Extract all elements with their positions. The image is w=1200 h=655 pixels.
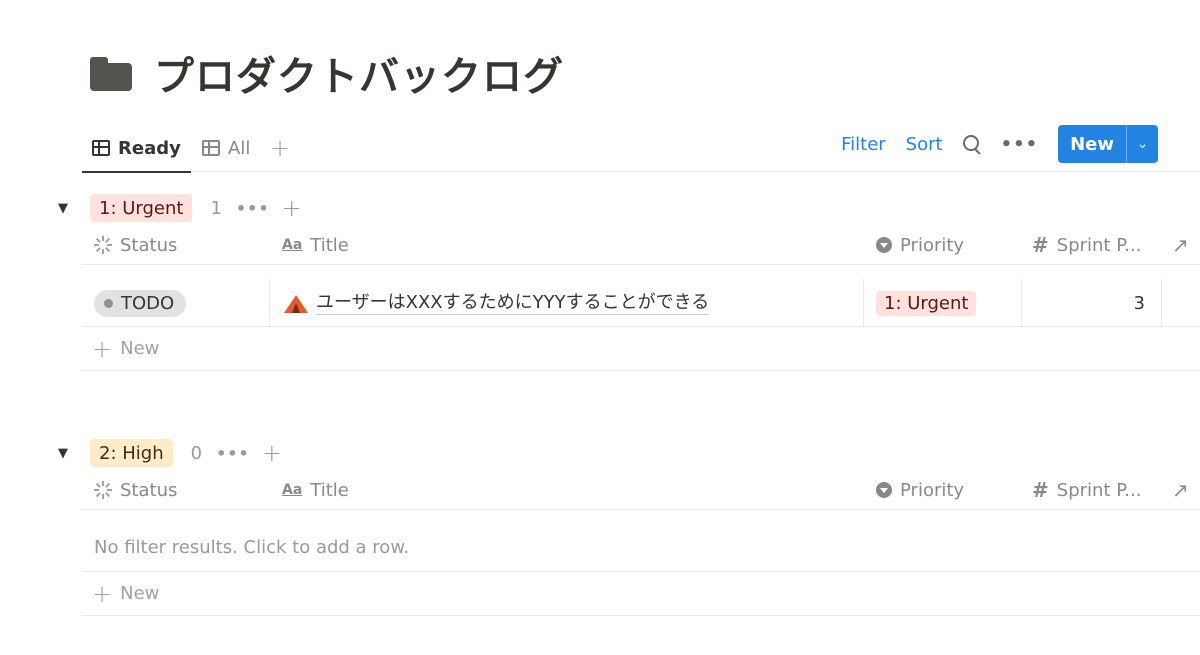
table-header: Status Aa Title Priority # Sprint P... ↗	[82, 470, 1200, 510]
column-label: Priority	[900, 234, 965, 256]
toolbar: Filter Sort ••• New ⌄	[841, 124, 1158, 164]
column-label: Status	[120, 479, 178, 501]
column-label: Sprint P...	[1056, 234, 1142, 256]
column-priority[interactable]: Priority	[876, 470, 964, 510]
add-row-button[interactable]: + New	[82, 572, 1200, 616]
select-type-icon	[876, 237, 892, 253]
folder-icon[interactable]	[90, 55, 134, 91]
new-button[interactable]: New ⌄	[1058, 125, 1158, 163]
plus-icon: +	[92, 334, 113, 363]
group-add-icon[interactable]: +	[282, 194, 302, 222]
column-label: Status	[120, 234, 178, 256]
column-label: Priority	[900, 479, 965, 501]
cell-priority[interactable]: 1: Urgent	[864, 279, 1022, 327]
priority-badge: 1: Urgent	[876, 290, 977, 316]
cell-sprint[interactable]: 3	[1022, 279, 1162, 327]
tab-all[interactable]: All	[192, 124, 260, 172]
tab-ready[interactable]: Ready	[82, 124, 191, 173]
group-add-icon[interactable]: +	[262, 439, 282, 467]
column-sprint[interactable]: # Sprint P...	[1032, 470, 1141, 510]
status-icon	[94, 481, 112, 499]
toggle-triangle-icon[interactable]: ▼	[58, 201, 72, 216]
open-arrow-icon[interactable]: ↗	[1172, 225, 1189, 265]
table-header: Status Aa Title Priority # Sprint P... ↗	[82, 225, 1200, 265]
status-dot-icon	[104, 298, 113, 308]
number-type-icon: #	[1032, 233, 1049, 257]
select-type-icon	[876, 482, 892, 498]
column-status[interactable]: Status	[94, 225, 177, 265]
group-badge: 2: High	[90, 439, 173, 467]
cell-title[interactable]: ユーザーはXXXするためにYYYすることができる	[270, 279, 864, 327]
column-title[interactable]: Aa Title	[282, 470, 349, 510]
open-arrow-icon[interactable]: ↗	[1172, 470, 1189, 510]
toggle-triangle-icon[interactable]: ▼	[58, 446, 72, 461]
group-more-icon[interactable]: •••	[216, 444, 250, 463]
add-view-button[interactable]: +	[270, 124, 290, 172]
chevron-down-icon[interactable]: ⌄	[1126, 125, 1158, 163]
group-header: ▼ 2: High 0 ••• +	[58, 438, 282, 468]
page-title[interactable]: プロダクトバックログ	[154, 44, 564, 102]
tent-icon	[284, 293, 308, 313]
column-label: Title	[310, 234, 349, 256]
page-header: プロダクトバックログ	[90, 44, 564, 102]
more-options-icon[interactable]: •••	[1001, 134, 1039, 155]
column-priority[interactable]: Priority	[876, 225, 964, 265]
tab-label: All	[228, 137, 251, 159]
sort-button[interactable]: Sort	[906, 134, 943, 155]
text-type-icon: Aa	[282, 482, 303, 498]
arrow-icon: ↗	[1172, 478, 1189, 502]
sprint-value: 3	[1133, 292, 1145, 314]
table-icon	[202, 140, 220, 156]
column-label: Sprint P...	[1056, 479, 1142, 501]
cell-status[interactable]: TODO	[82, 279, 270, 327]
add-row-label: New	[120, 338, 160, 359]
column-status[interactable]: Status	[94, 470, 177, 510]
group-badge: 1: Urgent	[90, 194, 193, 222]
table-row[interactable]: TODO ユーザーはXXXするためにYYYすることができる 1: Urgent …	[82, 279, 1200, 327]
tab-label: Ready	[118, 137, 181, 159]
group-count: 1	[210, 197, 222, 219]
arrow-icon: ↗	[1172, 233, 1189, 257]
column-title[interactable]: Aa Title	[282, 225, 349, 265]
view-bar: Ready All + Filter Sort ••• New ⌄	[82, 124, 1200, 173]
column-sprint[interactable]: # Sprint P...	[1032, 225, 1141, 265]
status-badge: TODO	[94, 289, 187, 317]
number-type-icon: #	[1032, 478, 1049, 502]
group-count: 0	[190, 442, 203, 464]
add-row-label: New	[120, 583, 160, 604]
row-title[interactable]: ユーザーはXXXするためにYYYすることができる	[316, 291, 710, 316]
plus-icon: +	[92, 579, 113, 608]
status-label: TODO	[121, 292, 175, 314]
add-row-button[interactable]: + New	[82, 327, 1200, 371]
group-more-icon[interactable]: •••	[236, 199, 270, 218]
filter-button[interactable]: Filter	[841, 134, 886, 155]
text-type-icon: Aa	[282, 237, 303, 253]
new-button-label[interactable]: New	[1058, 125, 1126, 163]
empty-results-row[interactable]: No filter results. Click to add a row.	[82, 524, 1200, 572]
column-label: Title	[310, 479, 349, 501]
status-icon	[94, 236, 112, 254]
table-icon	[92, 140, 110, 156]
search-icon[interactable]	[962, 135, 981, 153]
group-header: ▼ 1: Urgent 1 ••• +	[58, 193, 302, 223]
